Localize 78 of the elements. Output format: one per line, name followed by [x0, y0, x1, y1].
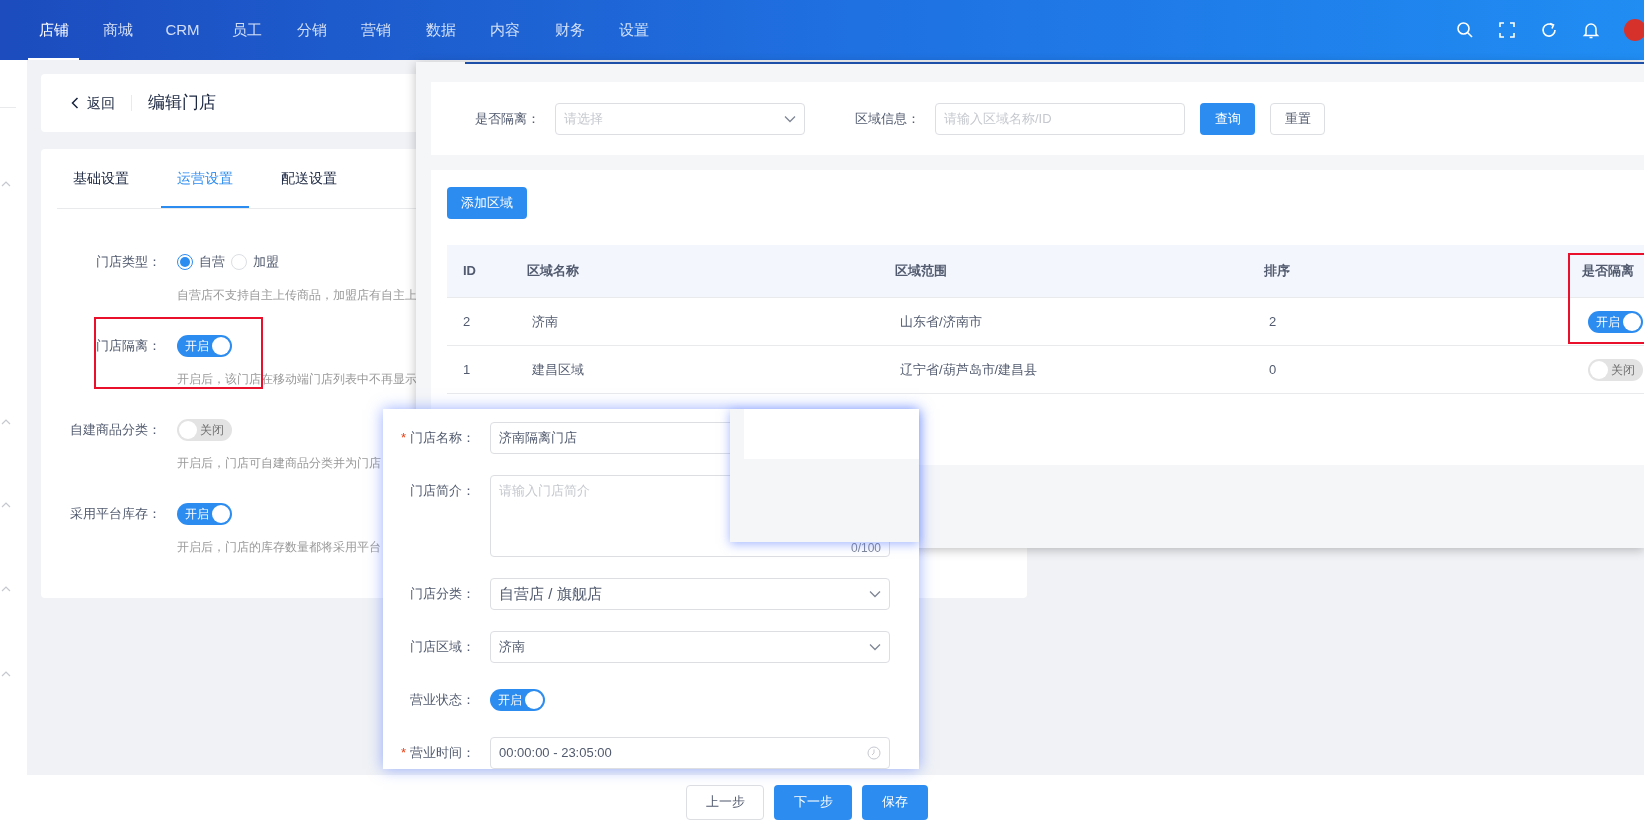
- nav-tab[interactable]: CRM: [157, 0, 208, 60]
- nav-tab[interactable]: 店铺: [28, 0, 79, 60]
- hint-text: 自营店不支持自主上传商品，加盟店有自主上: [177, 288, 417, 303]
- table-cell-text: 建昌区域: [531, 360, 585, 379]
- field-label: 门店分类：: [410, 585, 475, 604]
- character-counter: 0/100: [850, 542, 881, 554]
- chevron-down-icon: [869, 590, 881, 598]
- chevron-up-icon: [1, 419, 11, 425]
- field-label: 是否隔离：: [475, 109, 540, 128]
- table-cell-text: 1: [462, 360, 472, 379]
- select-field[interactable]: 自营店 / 旗舰店: [490, 578, 890, 610]
- table-cell-text: 2: [1268, 312, 1278, 331]
- tab[interactable]: 基础设置: [57, 149, 145, 208]
- field-label: 营业状态：: [410, 691, 475, 710]
- tab[interactable]: 运营设置: [161, 149, 249, 208]
- button[interactable]: 保存: [862, 784, 928, 820]
- toggle-switch[interactable]: 开启: [177, 335, 232, 357]
- back-button[interactable]: 返回: [71, 92, 115, 114]
- hint-text: 开启后，门店可自建商品分类并为门店: [177, 456, 381, 471]
- nav-tab[interactable]: 营销: [350, 0, 402, 60]
- button[interactable]: 上一步: [686, 784, 764, 820]
- chevron-left-icon: [71, 97, 79, 109]
- field-label: 采用平台库存：: [69, 505, 162, 524]
- table-cell-text: 2: [462, 312, 472, 331]
- column-header: 是否隔离: [1581, 262, 1635, 281]
- table-cell-text: 0: [1268, 360, 1278, 379]
- nav-tab[interactable]: 数据: [415, 0, 466, 60]
- field-label: 门店区域：: [410, 638, 475, 657]
- nav-tab[interactable]: 内容: [479, 0, 531, 60]
- chevron-down-icon: [869, 643, 881, 651]
- nav-tab[interactable]: 设置: [608, 0, 660, 60]
- toggle-switch[interactable]: 开启: [490, 689, 545, 711]
- table-cell-text: 辽宁省/葫芦岛市/建昌县: [899, 360, 1039, 379]
- field-label: 营业时间：: [410, 744, 475, 763]
- radio-option[interactable]: 自营: [177, 252, 225, 272]
- field-label: 门店简介：: [410, 482, 475, 501]
- required-mark: *: [400, 744, 406, 763]
- nav-tab[interactable]: 员工: [221, 0, 273, 60]
- field-label: 门店类型：: [95, 253, 162, 272]
- chevron-up-icon: [1, 502, 11, 508]
- search-icon: [1456, 21, 1474, 39]
- page-title: 编辑门店: [148, 92, 216, 115]
- fullscreen-icon: [1498, 21, 1516, 39]
- refresh-icon: [1540, 21, 1558, 39]
- clock-icon: [867, 746, 881, 760]
- column-header: 区域范围: [894, 262, 948, 281]
- chevron-up-icon: [1, 586, 11, 592]
- bell-icon: [1582, 21, 1600, 39]
- button[interactable]: 查询: [1200, 102, 1255, 135]
- field-label: 门店名称：: [410, 429, 475, 448]
- button[interactable]: 下一步: [774, 784, 852, 820]
- table-cell-text: 济南: [531, 312, 559, 331]
- button[interactable]: 添加区域: [447, 187, 527, 219]
- toggle-switch[interactable]: 关闭: [177, 419, 232, 441]
- table-cell-text: 山东省/济南市: [899, 312, 983, 331]
- column-header: 区域名称: [526, 262, 580, 281]
- time-range-field[interactable]: 00:00:00 - 23:05:00: [490, 737, 890, 769]
- nav-tab[interactable]: 分销: [286, 0, 337, 60]
- button[interactable]: 重置: [1270, 102, 1325, 135]
- nav-tab[interactable]: 商城: [92, 0, 144, 60]
- toggle-switch[interactable]: 开启: [1588, 310, 1643, 333]
- avatar[interactable]: [1624, 19, 1644, 41]
- field-label: 自建商品分类：: [69, 421, 162, 440]
- chevron-up-icon: [1, 671, 11, 677]
- toggle-switch[interactable]: 开启: [177, 503, 232, 525]
- radio-option[interactable]: 加盟: [231, 252, 279, 272]
- chevron-up-icon: [1, 181, 11, 187]
- hint-text: 开启后，门店的库存数量都将采用平台: [177, 540, 381, 555]
- column-header: ID: [462, 262, 477, 281]
- select-field[interactable]: 济南: [490, 631, 890, 663]
- column-header: 排序: [1263, 262, 1291, 281]
- tab[interactable]: 配送设置: [265, 149, 353, 208]
- field-label: 门店隔离：: [95, 337, 162, 356]
- nav-tab[interactable]: 财务: [544, 0, 595, 60]
- toggle-switch[interactable]: 关闭: [1588, 358, 1643, 381]
- required-mark: *: [400, 429, 406, 448]
- chevron-down-icon: [784, 114, 796, 123]
- field-label: 区域信息：: [855, 109, 920, 128]
